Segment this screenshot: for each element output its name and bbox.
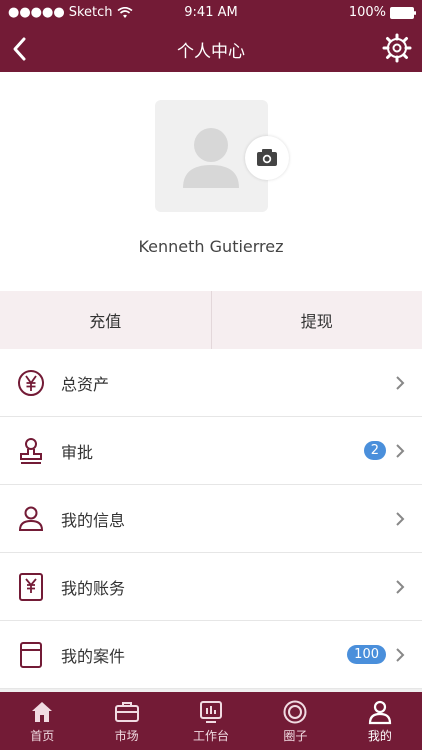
ledger-icon — [19, 572, 43, 601]
profile-section: Kenneth Gutierrez — [0, 72, 422, 291]
yen-circle-icon — [18, 369, 44, 396]
tab-workbench[interactable]: 工作台 — [169, 692, 253, 750]
tab-mine[interactable]: 我的 — [338, 692, 422, 750]
list-item-label: 审批 — [61, 442, 94, 462]
tab-label: 首页 — [30, 728, 55, 743]
camera-icon — [257, 149, 277, 166]
list-item-label: 我的信息 — [61, 510, 126, 530]
list-item-approval[interactable]: 审批 2 — [0, 417, 422, 485]
dashboard-icon — [200, 700, 223, 723]
list-item-label: 总资产 — [61, 374, 110, 394]
list-item-my-accounts[interactable]: 我的账务 — [0, 553, 422, 621]
tab-label: 市场 — [114, 728, 139, 743]
tab-circle[interactable]: 圈子 — [253, 692, 337, 750]
list-item-label: 我的案件 — [61, 646, 126, 666]
status-bar: ●●●●● Sketch 9:41 AM 100% — [0, 0, 422, 26]
list-item-my-cases[interactable]: 我的案件 100 — [0, 621, 422, 689]
chevron-right-icon — [396, 443, 405, 458]
chevron-right-icon — [396, 579, 405, 594]
page-title: 个人中心 — [177, 42, 245, 62]
list-item-my-info[interactable]: 我的信息 — [0, 485, 422, 553]
recharge-button[interactable]: 充值 — [0, 291, 211, 349]
case-icon — [20, 641, 42, 668]
user-name: Kenneth Gutierrez — [138, 237, 284, 256]
approval-count-badge: 2 — [363, 441, 386, 460]
chevron-right-icon — [396, 375, 405, 390]
tab-home[interactable]: 首页 — [0, 692, 84, 750]
wallet-actions: 充值 提现 — [0, 291, 422, 349]
tab-bar: 首页 市场 工作台 圈子 我的 — [0, 692, 422, 750]
tab-label: 我的 — [367, 728, 392, 743]
user-icon — [18, 506, 44, 531]
gear-icon[interactable] — [382, 33, 412, 63]
case-count-badge: 100 — [347, 645, 386, 664]
tab-market[interactable]: 市场 — [84, 692, 168, 750]
circle-icon — [283, 700, 307, 723]
battery-group: 100% — [348, 5, 416, 20]
briefcase-icon — [114, 701, 139, 722]
withdraw-button[interactable]: 提现 — [212, 291, 422, 349]
chevron-right-icon — [396, 511, 405, 526]
home-icon — [32, 701, 53, 722]
stamp-icon — [20, 437, 42, 464]
battery-text: 100% — [348, 5, 386, 20]
list-item-label: 我的账务 — [61, 578, 126, 598]
tab-label: 圈子 — [283, 728, 308, 743]
profile-icon — [368, 700, 391, 724]
chevron-right-icon — [396, 647, 405, 662]
battery-icon — [390, 6, 416, 19]
list-item-assets[interactable]: 总资产 — [0, 349, 422, 417]
camera-button[interactable] — [245, 136, 289, 180]
tab-label: 工作台 — [193, 728, 230, 743]
nav-bar: 个人中心 — [0, 26, 422, 72]
menu-list: 总资产 审批 2 我的信息 我的账务 我的案件 100 — [0, 349, 422, 689]
